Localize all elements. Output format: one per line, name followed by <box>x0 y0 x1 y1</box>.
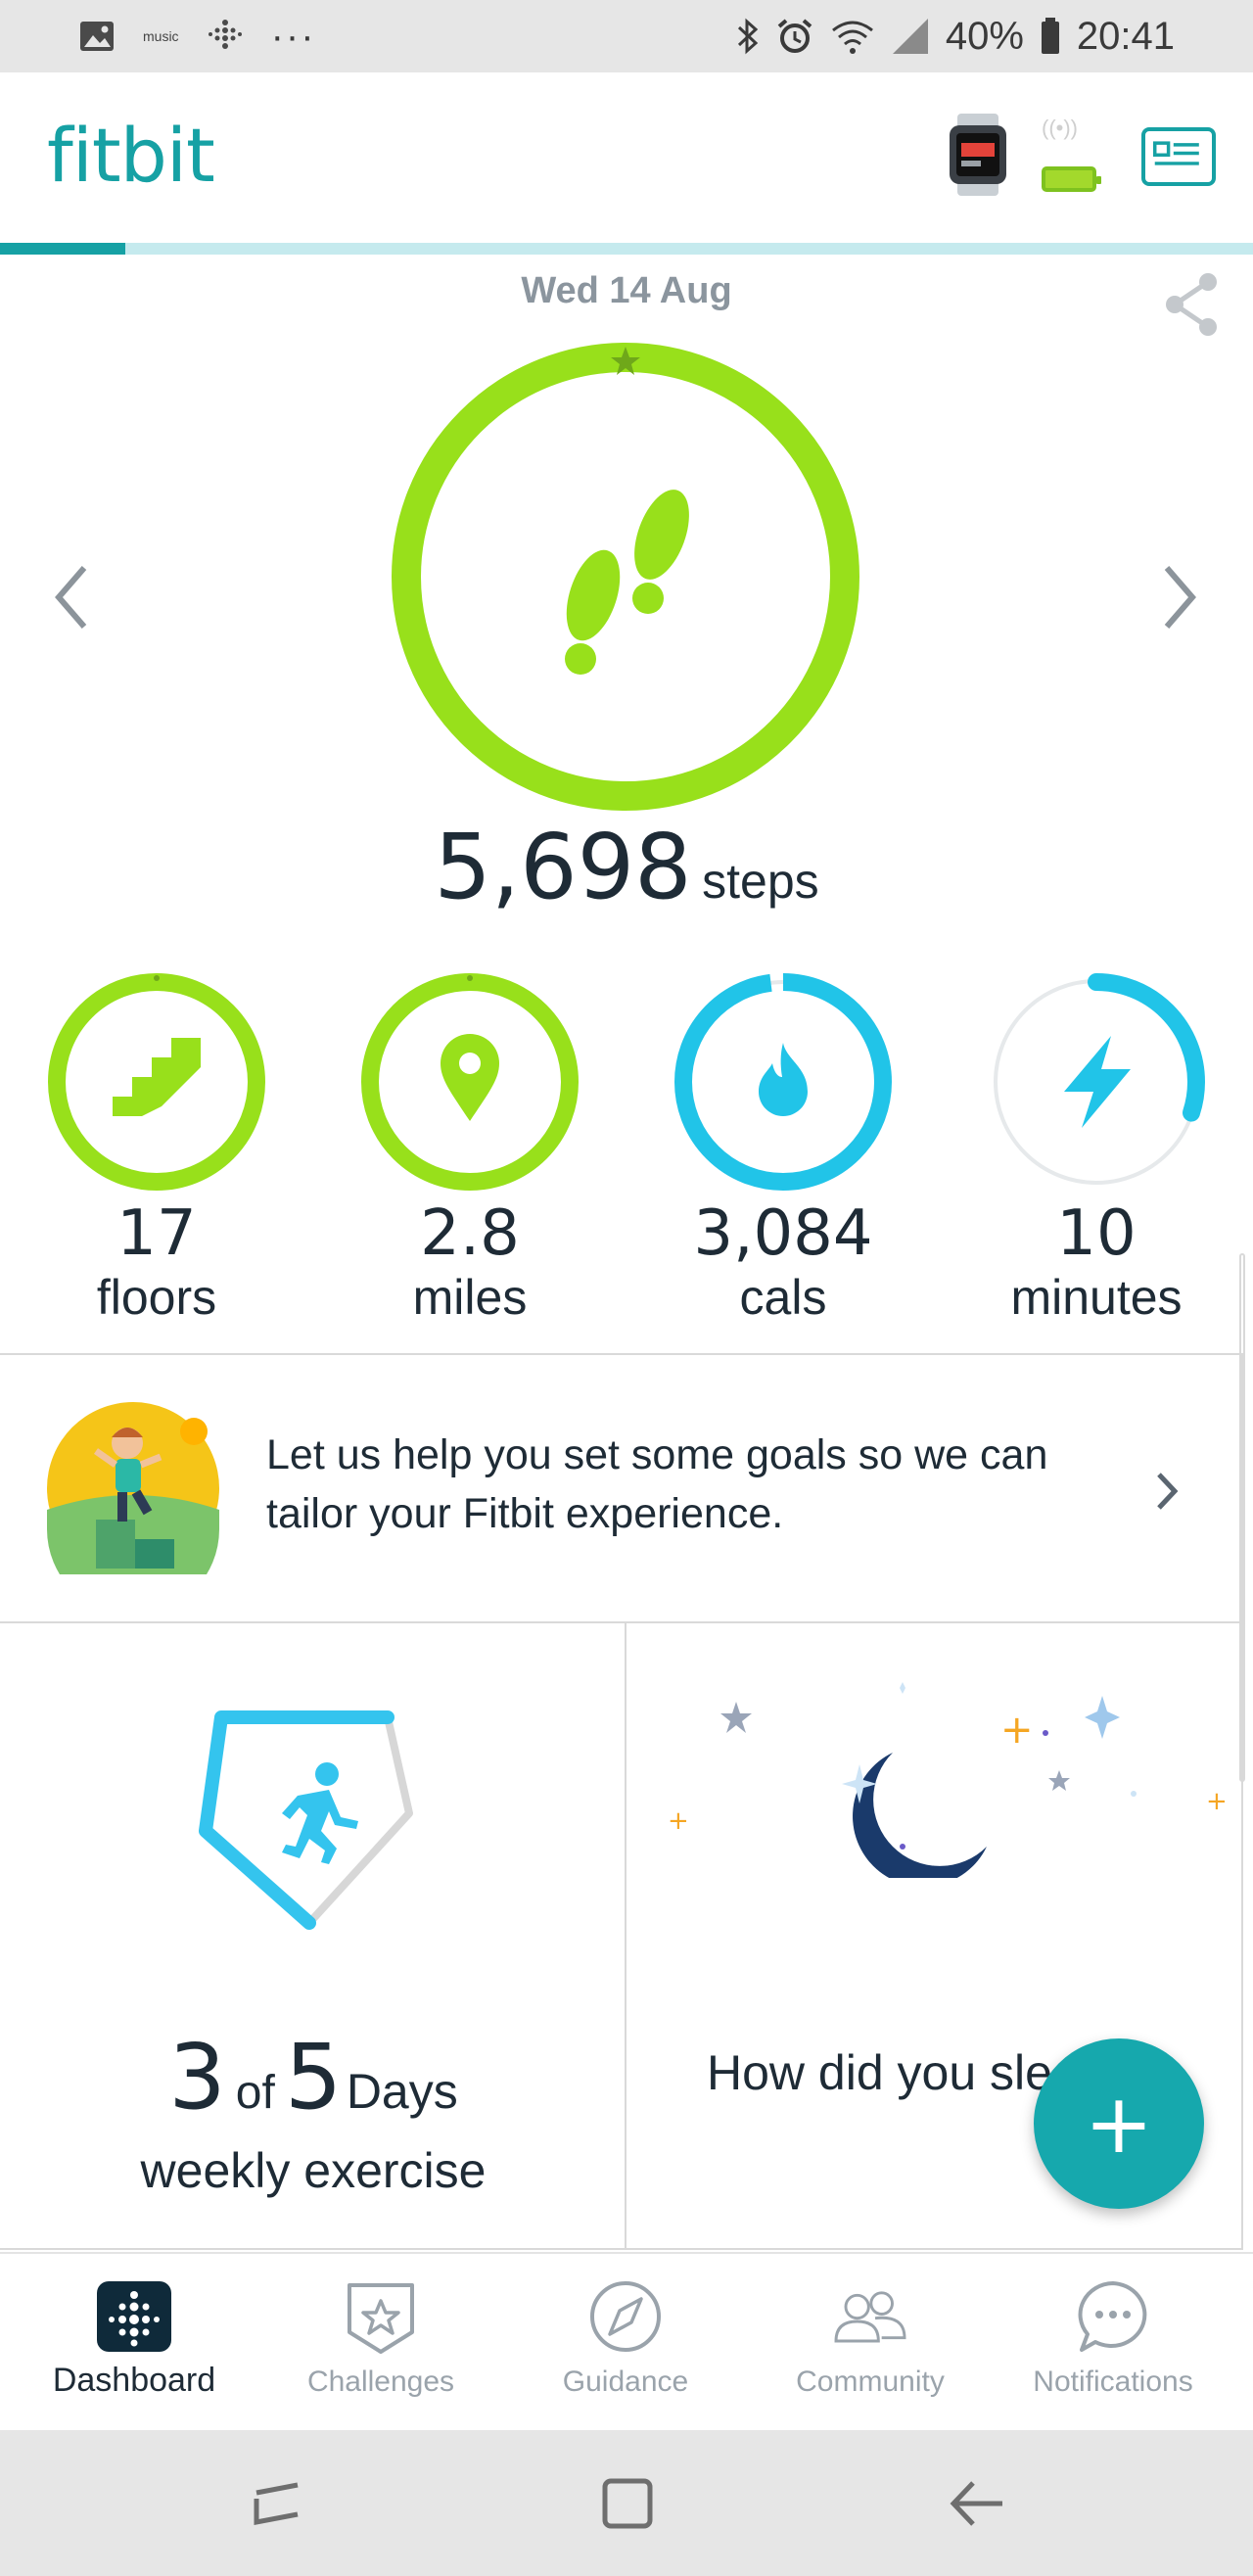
miles-unit: miles <box>412 1270 528 1325</box>
nav-guidance-label: Guidance <box>562 2365 689 2398</box>
status-notification-icons: music ··· <box>78 15 316 58</box>
device-watch-icon[interactable] <box>942 114 1014 196</box>
previous-day-arrow-icon[interactable] <box>47 558 96 636</box>
back-button-icon[interactable] <box>944 2469 1012 2538</box>
nav-challenges[interactable]: Challenges <box>258 2277 503 2399</box>
cals-unit: cals <box>739 1270 827 1325</box>
star-badge-icon <box>348 2283 414 2354</box>
fitbit-logo: fitbit <box>47 112 215 199</box>
fitbit-dots-icon <box>208 20 242 49</box>
steps-unit: steps <box>702 854 819 909</box>
bluetooth-icon <box>737 18 759 55</box>
sync-progress-fill <box>0 243 125 255</box>
miles-ring <box>361 973 579 1191</box>
nav-guidance[interactable]: Guidance <box>503 2277 748 2399</box>
next-day-arrow-icon[interactable] <box>1155 558 1204 636</box>
app-header: fitbit ((•)) <box>0 72 1253 241</box>
cals-value: 3,084 <box>693 1197 873 1270</box>
stat-active-minutes[interactable]: 10 minutes <box>979 969 1214 1326</box>
lightning-icon <box>1064 1036 1131 1128</box>
compass-icon <box>590 2281 661 2352</box>
footprints-icon <box>565 490 689 675</box>
floors-unit: floors <box>96 1270 217 1325</box>
floors-value: 17 <box>116 1197 197 1270</box>
dashboard-icon <box>97 2281 171 2352</box>
alarm-icon <box>777 19 812 53</box>
device-battery-icon <box>1042 166 1101 192</box>
location-pin-icon <box>441 1034 499 1121</box>
recent-apps-icon[interactable] <box>243 2469 311 2538</box>
exercise-of: of <box>235 2067 275 2119</box>
exercise-days-done: 3 <box>168 2025 226 2130</box>
svg-text:+: + <box>1206 1787 1228 1816</box>
exercise-count: 3 of 5 Days <box>0 2025 626 2130</box>
nav-notifications-label: Notifications <box>1033 2365 1193 2398</box>
exercise-caption: weekly exercise <box>140 2143 487 2198</box>
profile-card-icon[interactable] <box>1141 127 1216 186</box>
stat-miles[interactable]: 2.8 miles <box>352 969 587 1326</box>
clock-time: 20:41 <box>1076 14 1175 58</box>
flame-icon <box>759 1043 808 1116</box>
exercise-unit: Days <box>346 2064 458 2119</box>
exercise-tile[interactable]: 3 of 5 Days weekly exercise <box>0 1623 626 2250</box>
stat-cals[interactable]: 3,084 cals <box>666 969 901 1326</box>
home-button-icon[interactable] <box>593 2469 662 2538</box>
amazon-music-icon: music <box>143 28 179 44</box>
minutes-unit: minutes <box>1010 1270 1183 1325</box>
people-icon <box>834 2291 906 2343</box>
status-system-icons: 40% 20:41 <box>736 15 1175 59</box>
nav-community-label: Community <box>796 2365 945 2398</box>
miles-value: 2.8 <box>420 1197 520 1270</box>
battery-icon <box>1041 18 1059 54</box>
bottom-navigation: Dashboard Challenges Guidance Community … <box>0 2252 1253 2428</box>
nav-dashboard-label: Dashboard <box>52 2362 216 2399</box>
minutes-value: 10 <box>1056 1197 1137 1270</box>
stairs-icon <box>113 1038 201 1116</box>
gallery-icon <box>80 22 114 51</box>
more-notifications-icon: ··· <box>270 15 316 58</box>
exercise-badge-icon <box>199 1710 413 1930</box>
stat-floors[interactable]: 17 floors <box>39 969 274 1326</box>
chat-bubble-icon <box>1078 2281 1147 2352</box>
minutes-ring <box>988 973 1205 1191</box>
steps-summary[interactable]: 5,698 steps <box>0 815 1253 919</box>
nav-community[interactable]: Community <box>748 2277 993 2399</box>
sync-progress-bar <box>0 243 1253 255</box>
share-icon[interactable] <box>1161 270 1224 339</box>
svg-text:+: + <box>1000 1708 1034 1753</box>
signal-icon <box>892 19 928 54</box>
dashboard-date[interactable]: Wed 14 Aug <box>0 270 1253 312</box>
goals-avatar-illustration <box>47 1402 219 1574</box>
moon-stars-illustration: + + + <box>668 1682 1228 1878</box>
goals-setup-card[interactable]: Let us help you set some goals so we can… <box>0 1355 1241 1621</box>
system-navigation-bar <box>0 2430 1253 2576</box>
nav-dashboard[interactable]: Dashboard <box>12 2277 256 2400</box>
nav-challenges-label: Challenges <box>306 2365 455 2398</box>
battery-percent: 40% <box>945 14 1024 58</box>
chevron-right-icon <box>1157 1473 1179 1510</box>
add-button[interactable]: + <box>1034 2038 1204 2209</box>
status-bar: music ··· 40% 20:41 <box>0 0 1253 72</box>
svg-text:+: + <box>668 1806 689 1836</box>
steps-value: 5,698 <box>434 815 692 919</box>
exercise-days-target: 5 <box>284 2025 343 2130</box>
steps-ring[interactable] <box>388 339 863 815</box>
device-sync-icon: ((•)) <box>1042 116 1079 140</box>
floors-ring <box>48 973 265 1191</box>
wifi-icon <box>831 21 873 54</box>
nav-notifications[interactable]: Notifications <box>991 2277 1235 2399</box>
runner-icon <box>282 1762 358 1864</box>
cals-ring <box>674 973 892 1191</box>
goals-message: Let us help you set some goals so we can… <box>266 1431 1048 1537</box>
